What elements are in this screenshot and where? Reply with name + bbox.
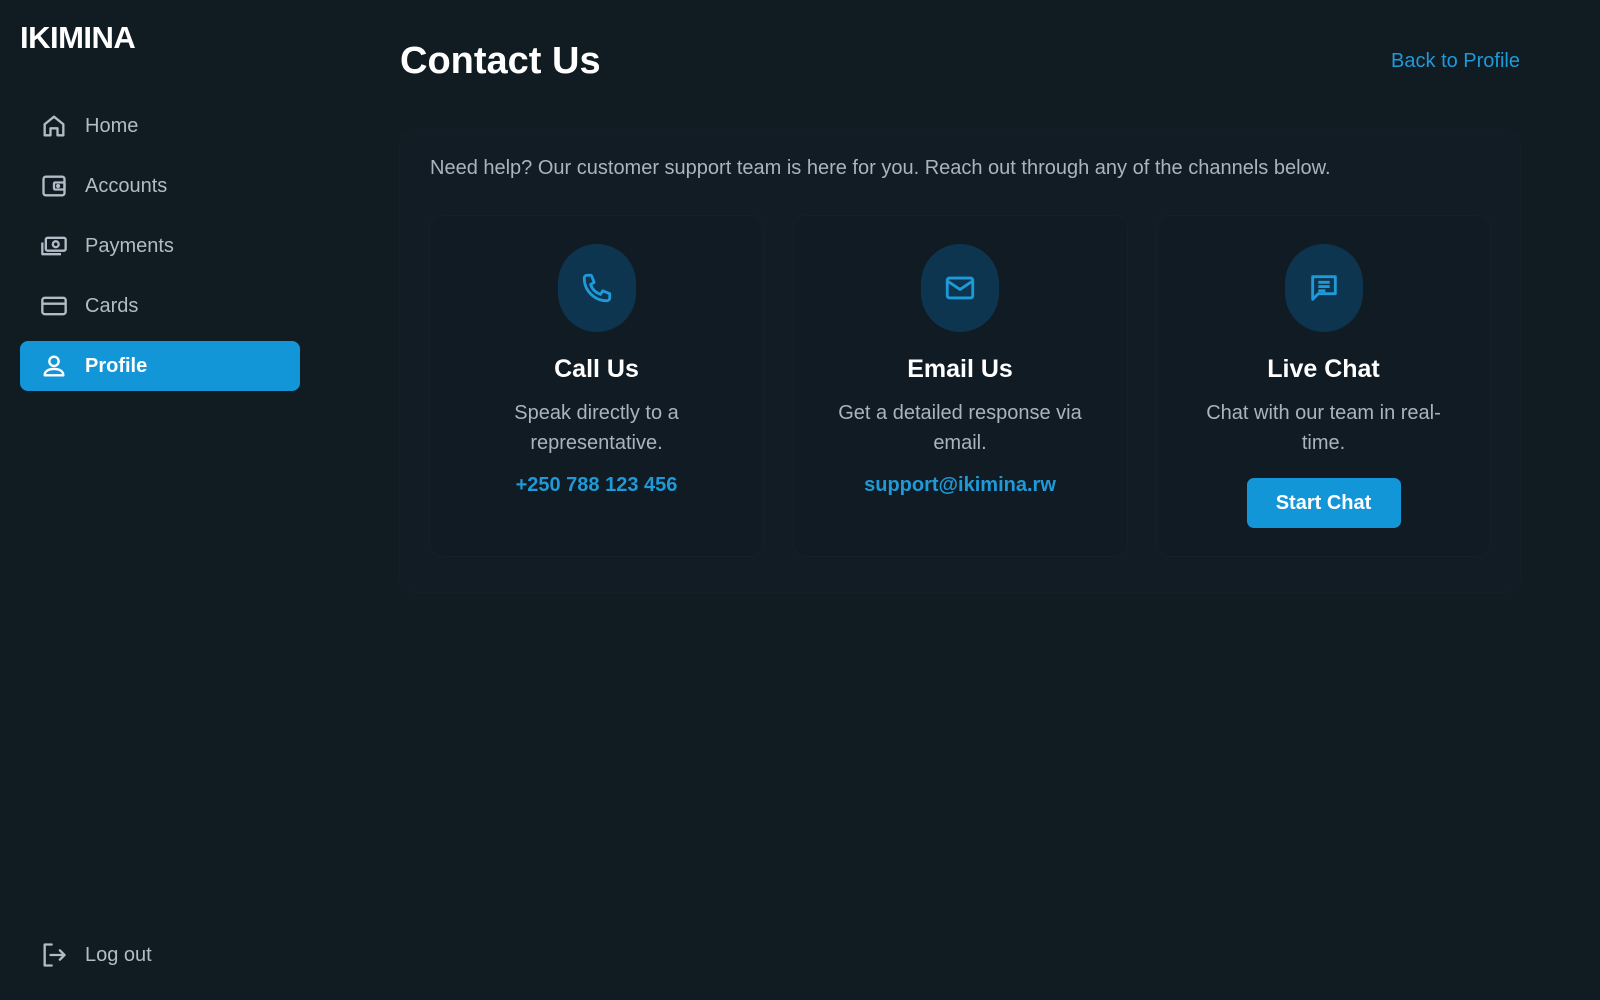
intro-text: Need help? Our customer support team is … (430, 157, 1331, 179)
sidebar-item-payments[interactable]: Payments (20, 221, 300, 271)
contact-panel: Need help? Our customer support team is … (400, 130, 1520, 592)
sidebar-item-accounts[interactable]: Accounts (20, 161, 300, 211)
credit-card-icon (40, 292, 68, 320)
cash-icon (40, 232, 68, 260)
sidebar-item-profile[interactable]: Profile (20, 341, 300, 391)
chat-icon (1310, 275, 1337, 301)
brand-logo: IKIMINA (20, 20, 136, 55)
sidebar-item-label: Home (85, 114, 139, 137)
start-chat-button[interactable]: Start Chat (1246, 478, 1401, 528)
icon-circle (557, 244, 636, 332)
user-icon (40, 352, 68, 380)
sidebar-item-label: Profile (85, 354, 148, 377)
card-description: Chat with our team in real-time. (1206, 402, 1441, 454)
logout-label: Log out (85, 943, 152, 966)
sidebar-item-label: Payments (85, 234, 174, 257)
wallet-icon (40, 172, 68, 200)
card-description: Get a detailed response via email. (838, 402, 1082, 454)
sidebar-item-label: Cards (85, 294, 139, 317)
logout-button[interactable]: Log out (20, 930, 300, 980)
sidebar-item-cards[interactable]: Cards (20, 281, 300, 331)
phone-icon (582, 273, 611, 303)
home-icon (40, 112, 68, 140)
back-to-profile-link[interactable]: Back to Profile (1391, 50, 1520, 73)
card-description: Speak directly to a representative. (514, 402, 679, 454)
icon-circle (921, 244, 999, 332)
icon-circle (1284, 244, 1363, 332)
email-us-card: Email Us Get a detailed response via ema… (793, 216, 1127, 556)
card-title: Call Us (554, 355, 639, 383)
live-chat-card: Live Chat Chat with our team in real-tim… (1157, 216, 1490, 556)
sidebar-item-home[interactable]: Home (20, 101, 300, 151)
page-title: Contact Us (400, 40, 601, 82)
app: IKIMINA Home Accounts Payments Cards Pro… (0, 0, 1600, 1000)
card-title: Live Chat (1267, 355, 1380, 383)
email-link[interactable]: support@ikimina.rw (864, 474, 1056, 497)
logout-icon (40, 941, 68, 969)
contact-cards: Call Us Speak directly to a representati… (430, 216, 1490, 556)
mail-icon (945, 276, 975, 300)
sidebar-nav: Home Accounts Payments Cards Profile (20, 101, 300, 401)
phone-link[interactable]: +250 788 123 456 (516, 474, 678, 497)
sidebar-item-label: Accounts (85, 174, 168, 197)
sidebar: IKIMINA Home Accounts Payments Cards Pro… (0, 0, 320, 1000)
call-us-card: Call Us Speak directly to a representati… (430, 216, 763, 556)
card-title: Email Us (907, 355, 1013, 383)
